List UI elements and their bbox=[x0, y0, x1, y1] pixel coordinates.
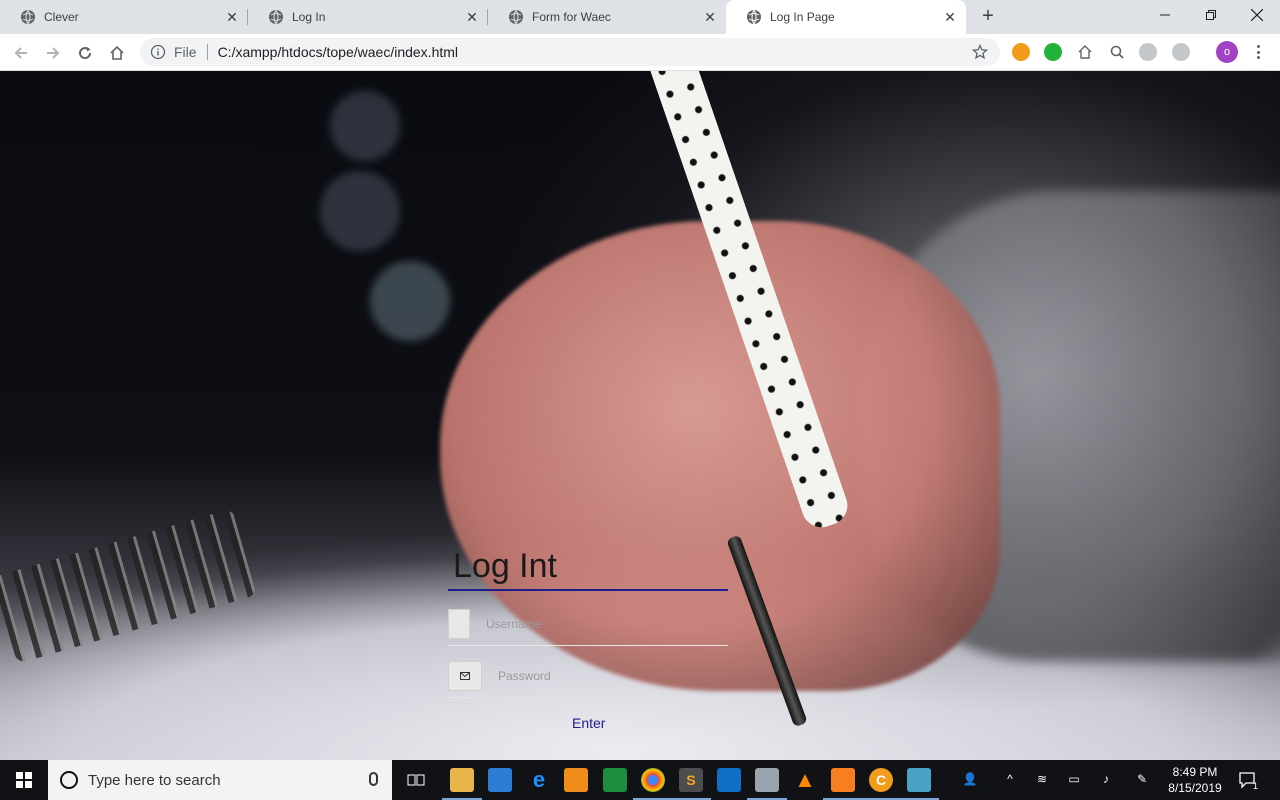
enter-button[interactable]: Enter bbox=[572, 715, 605, 731]
minimize-icon bbox=[1160, 14, 1170, 16]
windows-logo-icon bbox=[16, 772, 32, 788]
tab-log-in-page[interactable]: Log In Page ✕ bbox=[726, 0, 966, 34]
c-app-icon[interactable]: C bbox=[861, 768, 901, 800]
volume-icon[interactable]: ♪ bbox=[1098, 772, 1114, 788]
back-arrow-icon bbox=[14, 47, 27, 59]
browser-toolbar: File C:/xampp/htdocs/tope/waec/index.htm… bbox=[0, 34, 1280, 71]
password-input[interactable] bbox=[498, 661, 738, 691]
bokeh-light bbox=[370, 261, 450, 341]
reload-button[interactable] bbox=[72, 40, 98, 66]
chevron-up-icon[interactable]: ^ bbox=[1002, 772, 1018, 788]
page-background: Log Int Enter bbox=[0, 71, 1280, 760]
paint-app-icon[interactable] bbox=[899, 768, 939, 800]
globe-icon bbox=[21, 9, 35, 25]
tab-label: Form for Waec bbox=[532, 10, 611, 24]
username-input[interactable] bbox=[486, 609, 726, 639]
user-icon bbox=[448, 609, 470, 639]
store-icon[interactable] bbox=[488, 768, 512, 792]
username-underline bbox=[448, 645, 728, 646]
extension-help-icon[interactable] bbox=[1139, 43, 1157, 61]
tab-strip: Clever ✕ Log In ✕ Form for Waec ✕ Log In… bbox=[0, 0, 1280, 34]
clock[interactable]: 8:49 PM 8/15/2019 bbox=[1166, 764, 1224, 796]
chrome-menu-icon[interactable] bbox=[1250, 43, 1266, 61]
sublime-text-icon[interactable]: S bbox=[671, 768, 711, 800]
close-tab-icon[interactable]: ✕ bbox=[464, 9, 480, 25]
cortana-icon bbox=[60, 771, 78, 789]
home-icon bbox=[110, 45, 124, 60]
forward-arrow-icon bbox=[47, 47, 60, 59]
globe-icon bbox=[747, 9, 761, 25]
password-field bbox=[448, 661, 738, 699]
tab-label: Log In Page bbox=[770, 10, 835, 24]
tab-label: Clever bbox=[44, 10, 79, 24]
media-player-icon[interactable] bbox=[564, 768, 588, 792]
file-explorer-icon[interactable] bbox=[442, 768, 482, 800]
extension-disabled-icon[interactable] bbox=[1172, 43, 1190, 61]
login-title: Log Int bbox=[453, 547, 557, 585]
address-divider bbox=[206, 44, 208, 60]
clock-date: 8/15/2019 bbox=[1168, 781, 1222, 795]
url-text[interactable]: C:/xampp/htdocs/tope/waec/index.html bbox=[218, 44, 458, 60]
notification-count: 1 bbox=[1252, 781, 1258, 791]
profile-avatar[interactable]: o bbox=[1216, 41, 1238, 63]
minimize-button[interactable] bbox=[1142, 0, 1188, 30]
title-underline bbox=[448, 589, 728, 591]
globe-icon bbox=[509, 9, 523, 25]
xampp-icon[interactable] bbox=[823, 768, 863, 800]
people-icon[interactable]: 👤 bbox=[962, 772, 978, 788]
new-tab-button[interactable]: + bbox=[976, 5, 1000, 29]
globe-icon bbox=[269, 9, 283, 25]
start-button[interactable] bbox=[0, 760, 48, 800]
reload-icon bbox=[79, 47, 92, 60]
taskbar: Type here to search e S ▲ C 👤 ^ ≋ ▭ ♪ ✎ … bbox=[0, 760, 1280, 800]
home-button[interactable] bbox=[104, 40, 130, 66]
tab-clever[interactable]: Clever ✕ bbox=[0, 0, 248, 34]
microphone-icon[interactable] bbox=[369, 772, 378, 786]
app-window-icon[interactable] bbox=[747, 768, 787, 800]
search-placeholder: Type here to search bbox=[88, 771, 221, 789]
battery-icon[interactable]: ▭ bbox=[1066, 772, 1082, 788]
bookmark-star-icon[interactable] bbox=[972, 44, 988, 60]
extension-search-icon[interactable] bbox=[1108, 43, 1126, 61]
username-field bbox=[448, 609, 728, 647]
scheme-label: File bbox=[174, 44, 197, 60]
restore-button[interactable] bbox=[1188, 0, 1234, 30]
stocks-app-icon[interactable] bbox=[603, 768, 627, 792]
tab-log-in[interactable]: Log In ✕ bbox=[248, 0, 488, 34]
close-window-button[interactable] bbox=[1234, 0, 1280, 30]
info-icon[interactable] bbox=[150, 44, 166, 60]
restore-icon bbox=[1206, 10, 1216, 20]
tab-label: Log In bbox=[292, 10, 326, 24]
close-tab-icon[interactable]: ✕ bbox=[224, 9, 240, 25]
extension-check-icon[interactable] bbox=[1044, 43, 1062, 61]
vscode-icon[interactable] bbox=[717, 768, 741, 792]
close-tab-icon[interactable]: ✕ bbox=[702, 9, 718, 25]
wifi-icon[interactable]: ≋ bbox=[1034, 772, 1050, 788]
task-view-icon[interactable] bbox=[404, 768, 428, 792]
edge-icon[interactable]: e bbox=[527, 767, 551, 792]
envelope-icon bbox=[448, 661, 482, 691]
extension-c-icon[interactable] bbox=[1012, 43, 1030, 61]
close-icon bbox=[1251, 9, 1263, 21]
clock-time: 8:49 PM bbox=[1172, 765, 1218, 779]
password-underline bbox=[448, 697, 728, 698]
close-tab-icon[interactable]: ✕ bbox=[942, 9, 958, 25]
extension-house-icon[interactable] bbox=[1076, 43, 1094, 61]
address-bar[interactable]: File C:/xampp/htdocs/tope/waec/index.htm… bbox=[140, 38, 1000, 66]
bokeh-light bbox=[330, 91, 400, 161]
tab-form-for-waec[interactable]: Form for Waec ✕ bbox=[488, 0, 726, 34]
vlc-icon[interactable]: ▲ bbox=[793, 767, 817, 792]
notebook-spiral-graphic bbox=[0, 508, 258, 664]
bokeh-light bbox=[320, 171, 400, 251]
chrome-icon[interactable] bbox=[633, 768, 673, 800]
taskbar-search[interactable]: Type here to search bbox=[48, 760, 392, 800]
back-button[interactable] bbox=[8, 40, 34, 66]
forward-button[interactable] bbox=[40, 40, 66, 66]
pen-workspace-icon[interactable]: ✎ bbox=[1134, 772, 1150, 788]
notification-center-icon[interactable]: 1 bbox=[1238, 771, 1258, 791]
